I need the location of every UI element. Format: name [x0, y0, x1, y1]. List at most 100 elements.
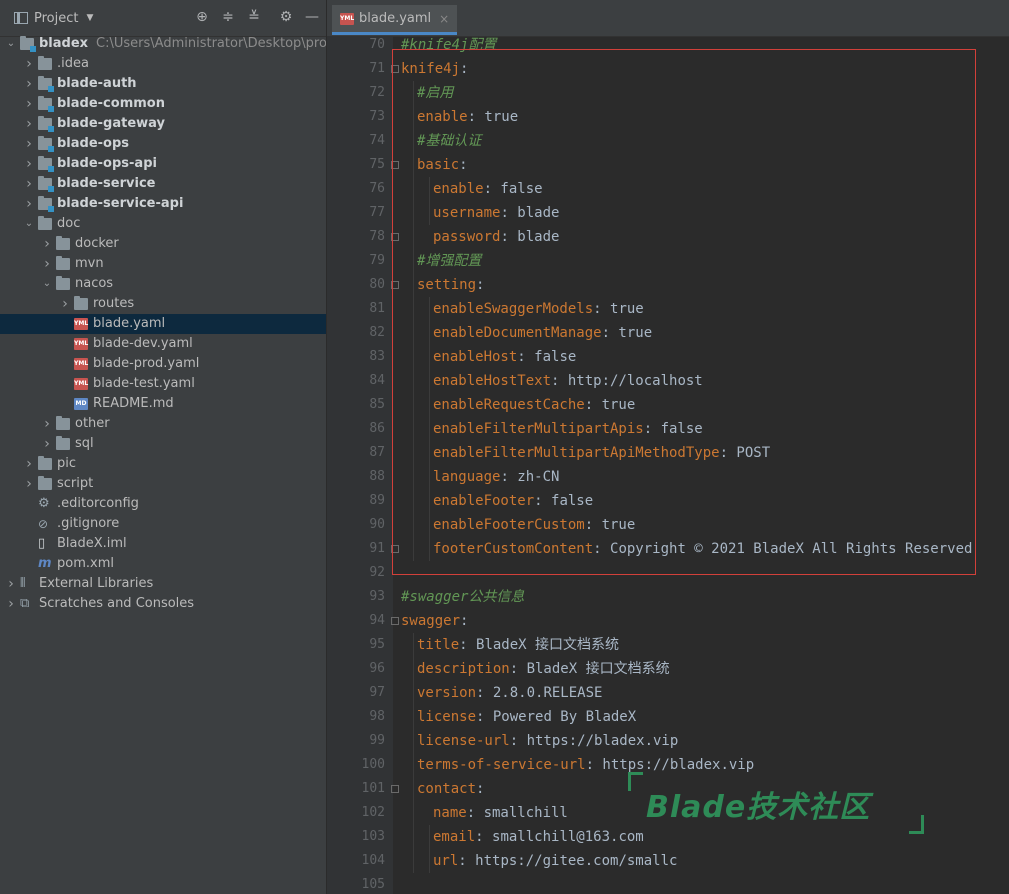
folder-icon	[38, 476, 52, 490]
code-line: license: Powered By BladeX	[417, 705, 636, 729]
close-icon[interactable]: ×	[439, 12, 449, 26]
code-line: #swagger公共信息	[401, 585, 524, 609]
tree-item[interactable]: YML blade-test.yaml	[0, 374, 326, 394]
yaml-key: license-url	[417, 733, 510, 749]
tree-item[interactable]: › ⫴ External Libraries	[0, 574, 326, 594]
chevron-right-icon[interactable]: ›	[24, 174, 34, 194]
fold-marker-icon[interactable]	[391, 617, 399, 625]
chevron-right-icon[interactable]: ›	[42, 414, 52, 434]
tree-item-label: docker	[75, 236, 119, 251]
chevron-down-icon[interactable]: ⌄	[24, 214, 34, 234]
chevron-right-icon[interactable]: ›	[24, 454, 34, 474]
project-view-selector[interactable]: Project	[34, 11, 78, 26]
tree-item[interactable]: › blade-service-api	[0, 194, 326, 214]
tree-item[interactable]: › routes	[0, 294, 326, 314]
chevron-right-icon[interactable]: ›	[24, 114, 34, 134]
chevron-right-icon[interactable]: ›	[60, 294, 70, 314]
tree-item[interactable]: ⚙ .editorconfig	[0, 494, 326, 514]
gear-icon[interactable]: ⚙	[278, 9, 294, 25]
yaml-value: : BladeX 接口文档系统	[509, 661, 670, 677]
yaml-value: :	[460, 613, 469, 629]
tree-item[interactable]: › blade-auth	[0, 74, 326, 94]
yaml-key: version	[417, 685, 477, 701]
tree-item[interactable]: YML blade-dev.yaml	[0, 334, 326, 354]
line-number: 80	[369, 277, 385, 292]
tree-item-label: bladex C:\Users\Administrator\Desktop\pro…	[39, 34, 326, 54]
chevron-down-icon[interactable]: ▼	[86, 13, 93, 23]
project-panel-header: Project ▼ ⊕ ≑ ≚ ⚙ —	[0, 0, 326, 37]
yaml-key: swagger	[401, 613, 461, 629]
line-number: 90	[369, 517, 385, 532]
tree-item[interactable]: ⌄ bladex C:\Users\Administrator\Desktop\pr…	[0, 34, 326, 54]
fold-marker-icon[interactable]	[391, 785, 399, 793]
line-number-gutter: 70 71 72 73 74 75 76 77 78 79 80 81 82 83 84 85 86 87 88 89…	[327, 36, 393, 894]
yaml-file-icon: YML	[74, 358, 88, 370]
chevron-right-icon[interactable]: ›	[6, 594, 16, 614]
module-folder-icon	[38, 156, 54, 172]
tab-blade-yaml[interactable]: YML blade.yaml ×	[332, 5, 458, 35]
tree-item[interactable]: › ⧉ Scratches and Consoles	[0, 594, 326, 614]
tree-item-label: blade-auth	[57, 76, 137, 91]
line-number: 91	[369, 541, 385, 556]
hide-panel-icon[interactable]: —	[304, 9, 320, 25]
collapse-all-icon[interactable]: ≚	[246, 9, 262, 25]
line-number: 73	[369, 109, 385, 124]
line-number: 76	[369, 181, 385, 196]
tree-item[interactable]: › script	[0, 474, 326, 494]
line-number: 86	[369, 421, 385, 436]
chevron-down-icon[interactable]: ⌄	[42, 274, 52, 294]
watermark-bracket-left	[628, 772, 643, 791]
chevron-right-icon[interactable]: ›	[6, 574, 16, 594]
code-line: url: https://gitee.com/smallc	[433, 849, 677, 873]
tree-item-label: .editorconfig	[57, 496, 139, 511]
chevron-right-icon[interactable]: ›	[24, 74, 34, 94]
line-number: 97	[369, 685, 385, 700]
line-number: 87	[369, 445, 385, 460]
watermark: Blade技术社区	[628, 772, 924, 834]
chevron-right-icon[interactable]: ›	[24, 134, 34, 154]
tree-item[interactable]: › blade-service	[0, 174, 326, 194]
chevron-right-icon[interactable]: ›	[24, 94, 34, 114]
tree-item[interactable]: › blade-ops-api	[0, 154, 326, 174]
chevron-right-icon[interactable]: ›	[24, 154, 34, 174]
library-icon: ⫴	[20, 576, 26, 591]
iml-file-icon: ▯	[38, 536, 46, 551]
tree-item[interactable]: › other	[0, 414, 326, 434]
chevron-right-icon[interactable]: ›	[42, 234, 52, 254]
module-folder-icon	[20, 36, 36, 52]
tree-item[interactable]: MD README.md	[0, 394, 326, 414]
module-folder-icon	[38, 196, 54, 212]
yaml-value: :	[476, 781, 485, 797]
indent-guide	[429, 825, 430, 873]
expand-all-icon[interactable]: ≑	[220, 9, 236, 25]
chevron-down-icon[interactable]: ⌄	[6, 34, 16, 54]
tree-item[interactable]: YML blade-prod.yaml	[0, 354, 326, 374]
locate-file-icon[interactable]: ⊕	[194, 9, 210, 25]
tree-item[interactable]: › blade-ops	[0, 134, 326, 154]
tree-item[interactable]: › sql	[0, 434, 326, 454]
code-line: name: smallchill	[433, 801, 568, 825]
tree-item[interactable]: › mvn	[0, 254, 326, 274]
tree-item[interactable]: › pic	[0, 454, 326, 474]
tree-item[interactable]: › docker	[0, 234, 326, 254]
line-number: 82	[369, 325, 385, 340]
tree-item-label: blade-prod.yaml	[93, 356, 200, 371]
tree-item[interactable]: YML blade.yaml	[0, 314, 326, 334]
tree-item[interactable]: › .idea	[0, 54, 326, 74]
tree-item[interactable]: ⌄ doc	[0, 214, 326, 234]
chevron-right-icon[interactable]: ›	[24, 54, 34, 74]
tree-item[interactable]: ▯ BladeX.iml	[0, 534, 326, 554]
chevron-right-icon[interactable]: ›	[24, 474, 34, 494]
chevron-right-icon[interactable]: ›	[42, 254, 52, 274]
folder-icon	[56, 416, 70, 430]
tree-item[interactable]: › blade-common	[0, 94, 326, 114]
chevron-right-icon[interactable]: ›	[24, 194, 34, 214]
tree-item[interactable]: m pom.xml	[0, 554, 326, 574]
chevron-right-icon[interactable]: ›	[42, 434, 52, 454]
gear-file-icon: ⚙	[38, 496, 50, 511]
tree-item[interactable]: ⌄ nacos	[0, 274, 326, 294]
tree-item[interactable]: › blade-gateway	[0, 114, 326, 134]
tree-item[interactable]: ⊘ .gitignore	[0, 514, 326, 534]
markdown-file-icon: MD	[74, 398, 88, 410]
line-number: 71	[369, 61, 385, 76]
